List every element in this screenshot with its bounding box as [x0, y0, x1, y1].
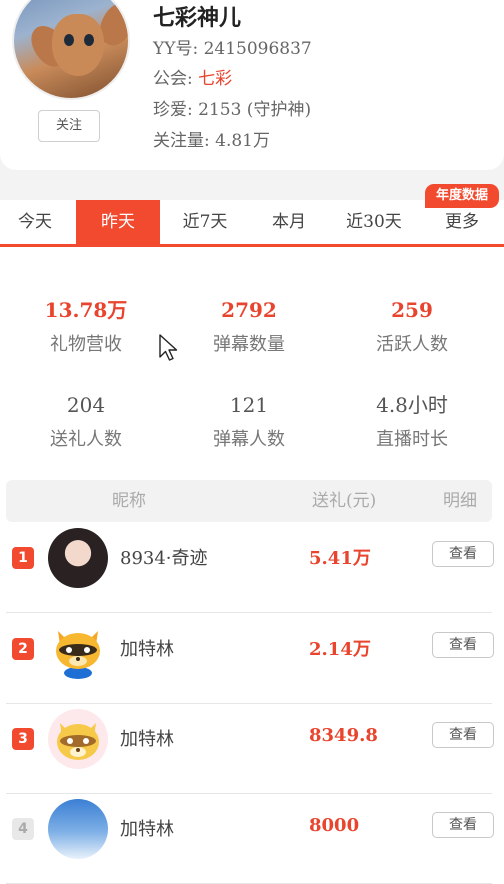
followers-label: 关注量: — [153, 131, 210, 151]
rank-badge: 1 — [12, 547, 34, 569]
treasure-label: 珍爱: — [153, 100, 193, 120]
gift-amount: 8000 — [309, 815, 360, 836]
tab-underline — [0, 244, 504, 247]
stat-label: 送礼人数 — [50, 429, 122, 450]
follow-button[interactable]: 关注 — [38, 110, 100, 142]
tab-this-month[interactable]: 本月 — [248, 200, 330, 244]
ranking-row: 4 加特林 8000 查看 — [6, 793, 494, 884]
woman-photo-icon[interactable] — [48, 528, 108, 588]
rank-badge: 3 — [12, 728, 34, 750]
gift-amount: 8349.8 — [309, 725, 378, 746]
user-nickname[interactable]: 8934·奇迹 — [120, 544, 208, 570]
deer-eye-icon — [84, 34, 94, 46]
stat-gift-revenue: 13.78万 礼物营收 — [11, 296, 161, 356]
user-nickname[interactable]: 加特林 — [120, 635, 174, 661]
rank-badge: 2 — [12, 638, 34, 660]
mouse-cursor-icon — [159, 334, 178, 361]
raccoon-mascot-icon[interactable] — [48, 619, 108, 679]
tab-yesterday[interactable]: 昨天 — [76, 200, 160, 244]
stat-value: 204 — [66, 393, 106, 417]
stat-label: 礼物营收 — [50, 334, 122, 355]
raccoon-mascot-pale-icon[interactable] — [48, 709, 108, 769]
tab-last-30-days[interactable]: 近30天 — [332, 200, 416, 244]
ranking-header: 昵称 送礼(元) 明细 — [6, 480, 492, 522]
stat-value: 13.78万 — [44, 298, 128, 322]
stat-label: 活跃人数 — [376, 334, 448, 355]
guild-link[interactable]: 七彩 — [198, 69, 232, 89]
stat-label: 弹幕数量 — [213, 334, 285, 355]
guild-label: 公会: — [153, 69, 193, 89]
stat-value: 2792 — [221, 298, 277, 322]
ranking-row: 1 8934·奇迹 5.41万 查看 — [6, 522, 494, 613]
user-nickname[interactable]: 加特林 — [120, 815, 174, 841]
gift-amount: 2.14万 — [309, 639, 371, 660]
tab-today[interactable]: 今天 — [0, 200, 70, 244]
streamer-nickname: 七彩神儿 — [153, 6, 242, 31]
header-detail: 明细 — [443, 491, 477, 511]
stat-danmaku-users: 121 弹幕人数 — [174, 391, 324, 451]
ranking-row: 3 加特林 8349.8 查看 — [6, 703, 494, 794]
stat-live-duration: 4.8小时 直播时长 — [337, 391, 487, 451]
view-detail-button[interactable]: 查看 — [432, 722, 494, 748]
guild-line: 公会: 七彩 — [153, 64, 232, 89]
yy-id-line: YY号: 2415096837 — [153, 34, 312, 59]
stat-danmaku-count: 2792 弹幕数量 — [174, 296, 324, 356]
ranking-row: 2 加特林 2.14万 查看 — [6, 613, 494, 704]
stat-label: 直播时长 — [376, 429, 448, 450]
treasure-line: 珍爱: 2153 (守护神) — [153, 95, 311, 120]
streamer-avatar[interactable] — [12, 0, 130, 100]
stat-value: 4.8小时 — [376, 393, 448, 417]
yy-id-label: YY号: — [153, 39, 199, 59]
user-nickname[interactable]: 加特林 — [120, 725, 174, 751]
header-nickname: 昵称 — [112, 491, 146, 511]
followers-line: 关注量: 4.81万 — [153, 126, 270, 151]
stat-value: 121 — [229, 393, 269, 417]
tab-last-7-days[interactable]: 近7天 — [164, 200, 246, 244]
deer-eye-icon — [64, 34, 74, 46]
view-detail-button[interactable]: 查看 — [432, 541, 494, 567]
stat-value: 259 — [391, 298, 433, 322]
view-detail-button[interactable]: 查看 — [432, 632, 494, 658]
stat-active-users: 259 活跃人数 — [337, 296, 487, 356]
stat-gift-senders: 204 送礼人数 — [11, 391, 161, 451]
view-detail-button[interactable]: 查看 — [432, 812, 494, 838]
yy-id-value: 2415096837 — [203, 39, 312, 59]
deer-face-icon — [52, 14, 104, 76]
gift-amount: 5.41万 — [309, 548, 371, 569]
stat-label: 弹幕人数 — [213, 429, 285, 450]
sky-photo-icon[interactable] — [48, 799, 108, 859]
header-gift-amount: 送礼(元) — [312, 491, 377, 511]
annual-data-badge[interactable]: 年度数据 — [425, 184, 499, 208]
treasure-value: 2153 (守护神) — [198, 100, 312, 120]
followers-value: 4.81万 — [215, 131, 270, 151]
rank-badge: 4 — [12, 818, 34, 840]
profile-card: 关注 七彩神儿 YY号: 2415096837 公会: 七彩 珍爱: 2153 … — [0, 0, 504, 170]
